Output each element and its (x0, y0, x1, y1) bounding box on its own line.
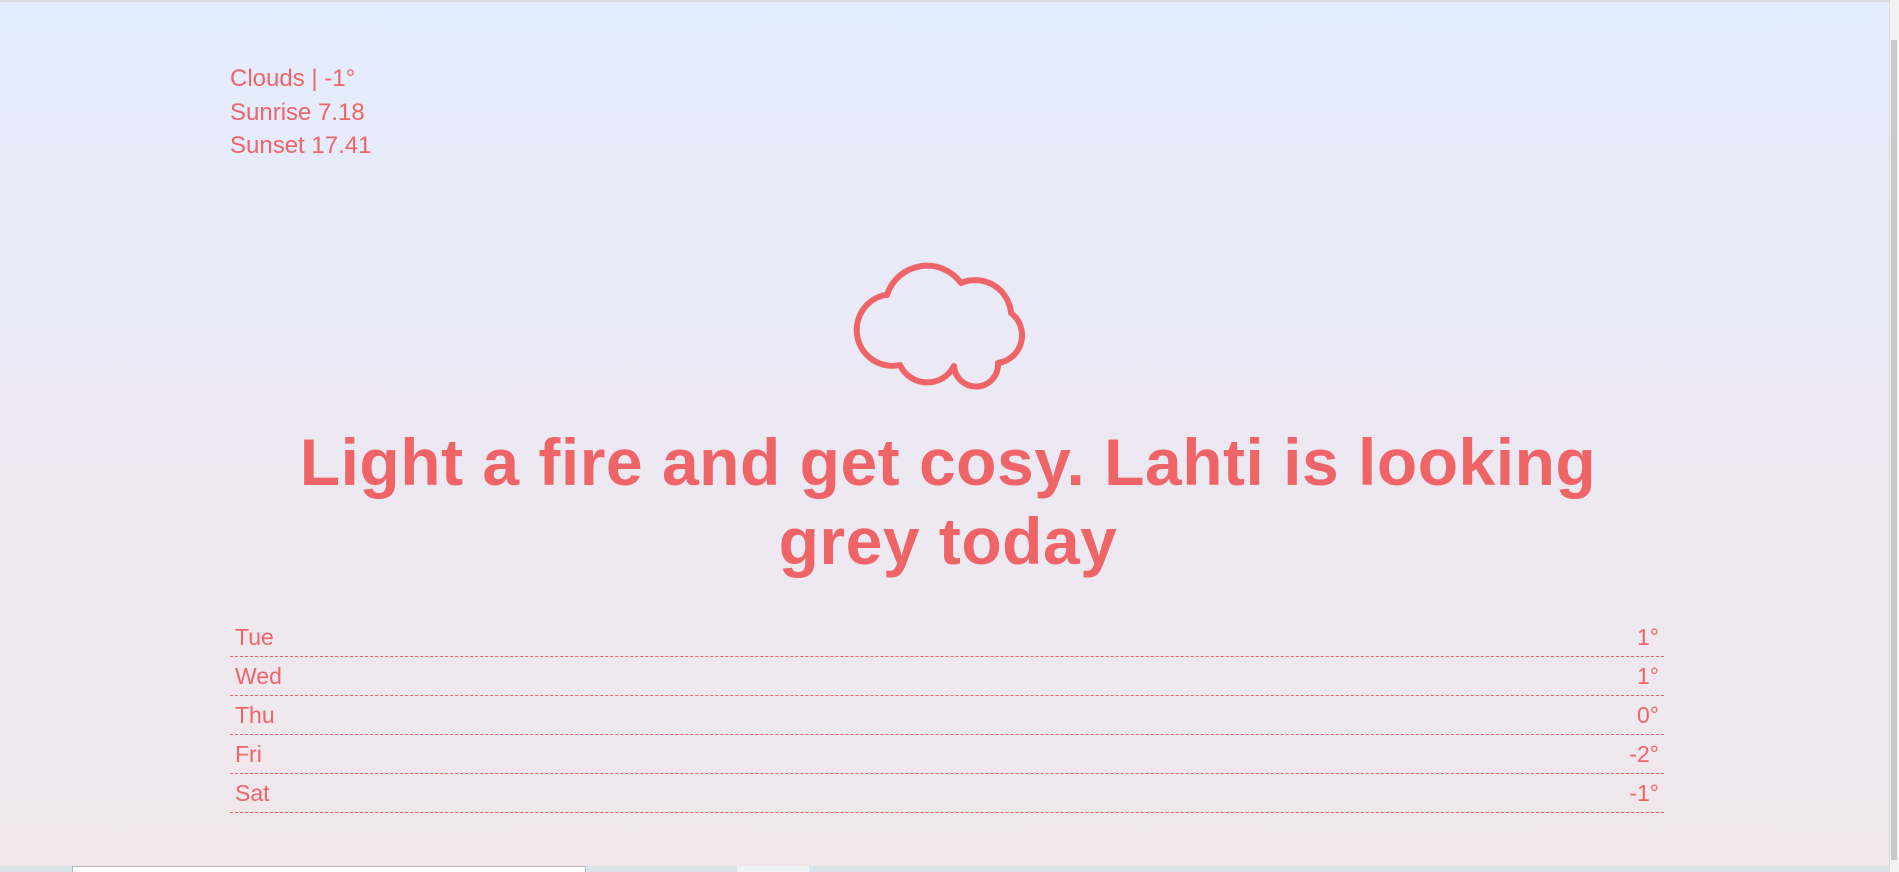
forecast-row: Fri -2° (230, 735, 1664, 774)
vertical-scrollbar[interactable] (1889, 0, 1899, 872)
forecast-day: Thu (235, 701, 275, 728)
forecast-temp: 1° (1637, 662, 1659, 689)
forecast-day: Sat (235, 779, 270, 806)
scrollbar-thumb[interactable] (1891, 40, 1897, 860)
bottom-tab[interactable] (737, 866, 809, 872)
forecast-temp: 0° (1637, 701, 1659, 728)
forecast-row: Thu 0° (230, 696, 1664, 735)
forecast-list: Tue 1° Wed 1° Thu 0° Fri -2° Sat -1° (230, 618, 1664, 813)
bottom-input-field[interactable] (72, 866, 586, 872)
forecast-row: Tue 1° (230, 618, 1664, 657)
weather-headline: Light a fire and get cosy. Lahti is look… (299, 425, 1597, 578)
cloud-icon (838, 240, 1050, 400)
condition-temperature: Clouds | -1° (230, 65, 356, 92)
forecast-day: Wed (235, 662, 282, 689)
forecast-temp: -1° (1629, 779, 1659, 806)
window-top-border (0, 0, 1899, 2)
forecast-temp: -2° (1629, 740, 1659, 767)
sunrise-time: Sunrise 7.18 (230, 98, 365, 126)
forecast-row: Wed 1° (230, 657, 1664, 696)
forecast-day: Fri (235, 740, 262, 767)
forecast-temp: 1° (1637, 623, 1659, 650)
current-weather-summary: Clouds | -1° Sunrise 7.18 Sunset 17.41 (230, 62, 371, 163)
sunset-time: Sunset 17.41 (230, 132, 372, 159)
weather-page: Clouds | -1° Sunrise 7.18 Sunset 17.41 L… (0, 0, 1899, 872)
forecast-row: Sat -1° (230, 774, 1664, 813)
forecast-day: Tue (235, 623, 274, 650)
